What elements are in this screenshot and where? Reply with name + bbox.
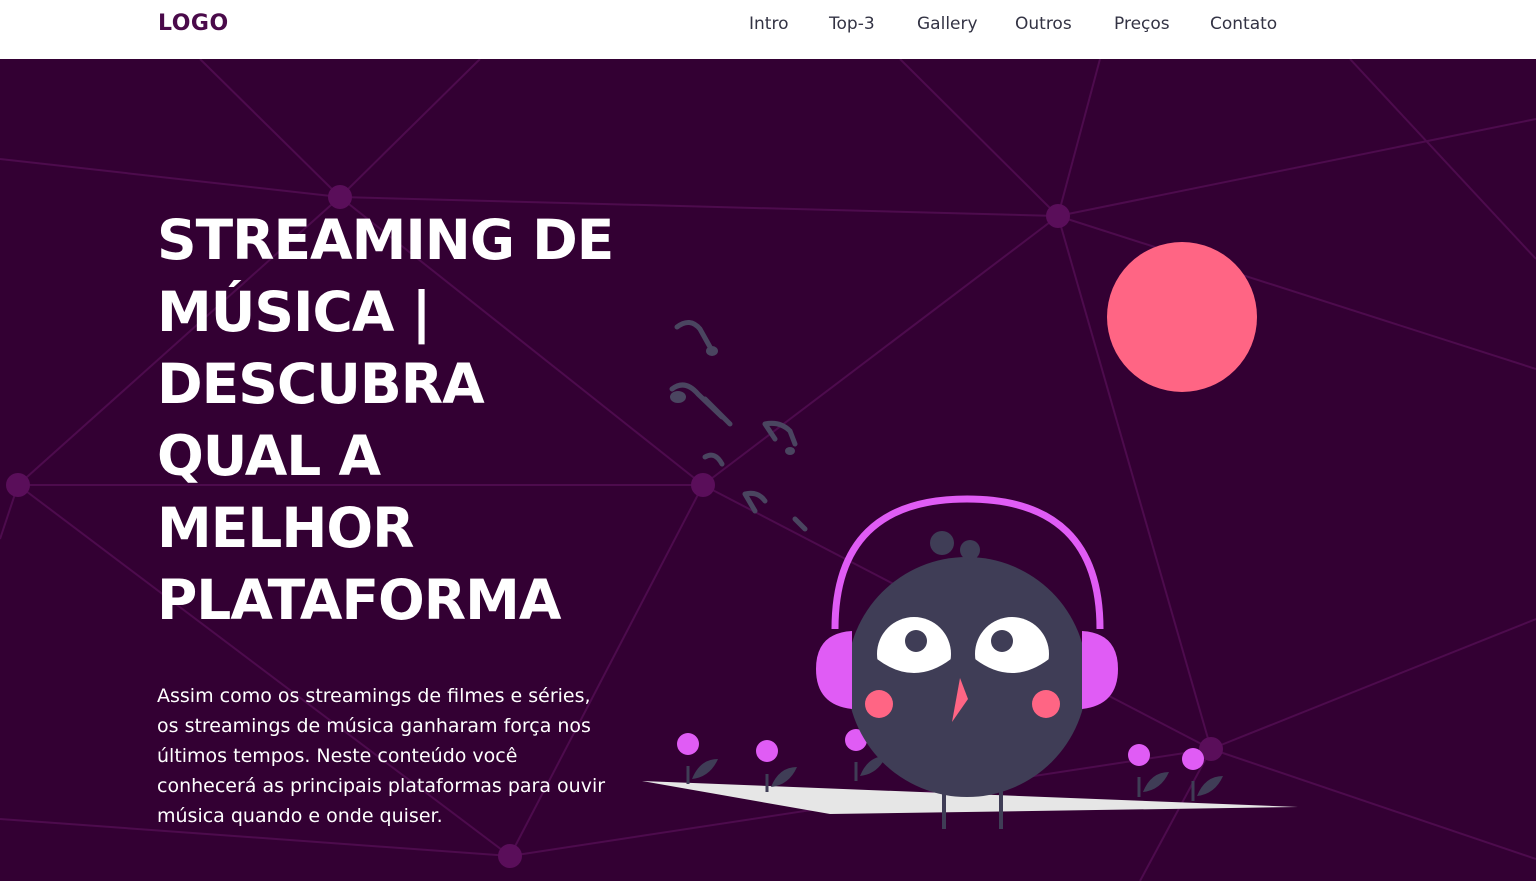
hero-section: STREAMING DE MÚSICA | DESCUBRA QUAL A ME… xyxy=(0,59,1536,881)
hero-description: Assim como os streamings de filmes e sér… xyxy=(157,685,606,827)
nav-link-precos[interactable]: Preços xyxy=(1114,14,1170,34)
headphones-left-cup xyxy=(816,631,852,709)
headphones-right-cup xyxy=(1082,631,1118,709)
top-navbar: LOGO Intro Top-3 Gallery Outros Preços C… xyxy=(0,0,1536,59)
nav-link-contato[interactable]: Contato xyxy=(1210,14,1277,34)
nav-link-top3[interactable]: Top-3 xyxy=(829,14,875,34)
nav-link-outros[interactable]: Outros xyxy=(1015,14,1072,34)
sun-circle xyxy=(1107,242,1257,392)
nav-link-intro[interactable]: Intro xyxy=(749,14,788,34)
nav-link-gallery[interactable]: Gallery xyxy=(917,14,978,34)
bird-with-headphones-illustration xyxy=(642,242,1298,829)
music-notes-icon xyxy=(669,320,808,532)
nav-links: Intro Top-3 Gallery Outros Preços Contat… xyxy=(0,14,1536,38)
hero-title: STREAMING DE MÚSICA | DESCUBRA QUAL A ME… xyxy=(157,208,614,632)
